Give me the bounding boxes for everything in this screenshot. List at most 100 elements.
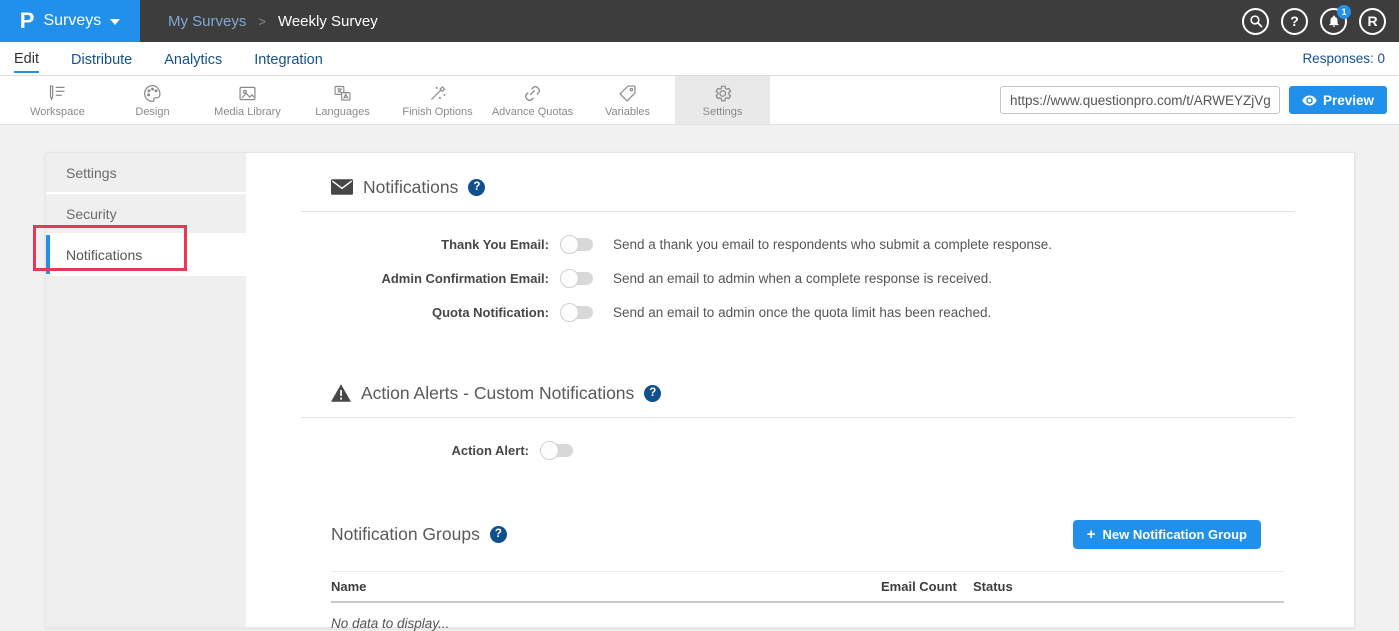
toolbar-variables-label: Variables [605, 106, 650, 118]
survey-url-input[interactable] [1000, 86, 1280, 114]
edit-toolbar: Workspace Design Media Library Languages… [0, 76, 1399, 125]
workspace-icon [47, 83, 68, 104]
action-alerts-section-title: Action Alerts - Custom Notifications [361, 383, 634, 404]
toolbar-design[interactable]: Design [105, 76, 200, 124]
toolbar-finish-options[interactable]: Finish Options [390, 76, 485, 124]
tab-analytics[interactable]: Analytics [164, 46, 222, 72]
toolbar-settings-label: Settings [703, 106, 743, 118]
admin-confirmation-email-row: Admin Confirmation Email: Send an email … [301, 261, 1354, 295]
sidebar-item-settings[interactable]: Settings [46, 153, 246, 192]
action-alert-row: Action Alert: [301, 433, 1354, 467]
preview-button[interactable]: Preview [1289, 86, 1387, 114]
search-icon [1249, 14, 1263, 28]
column-header-name: Name [331, 579, 881, 594]
user-avatar[interactable]: R [1359, 8, 1386, 35]
surveys-menu[interactable]: P Surveys [0, 0, 140, 42]
plus-icon: + [1087, 526, 1096, 543]
action-alert-label: Action Alert: [301, 443, 529, 458]
magic-wand-icon [427, 83, 448, 104]
breadcrumb-current-survey: Weekly Survey [278, 13, 378, 30]
toolbar-variables[interactable]: Variables [580, 76, 675, 124]
toolbar-media-library[interactable]: Media Library [200, 76, 295, 124]
sidebar-item-security-label: Security [66, 206, 117, 222]
breadcrumb-separator: > [258, 14, 266, 29]
toolbar-finish-options-label: Finish Options [402, 106, 472, 118]
avatar-initial: R [1367, 13, 1377, 29]
settings-card: Settings Security Notifications Notifica… [45, 152, 1355, 628]
tab-distribute[interactable]: Distribute [71, 46, 132, 72]
toggle-knob [540, 441, 559, 460]
search-button[interactable] [1242, 8, 1269, 35]
sidebar-item-security[interactable]: Security [46, 194, 246, 233]
admin-confirmation-email-toggle[interactable] [562, 272, 593, 285]
action-alerts-section-header: Action Alerts - Custom Notifications ? [331, 379, 1354, 407]
sidebar-item-settings-label: Settings [66, 165, 117, 181]
quota-notification-row: Quota Notification: Send an email to adm… [301, 295, 1354, 329]
notification-groups-help-icon[interactable]: ? [490, 526, 507, 543]
top-bar: P Surveys My Surveys > Weekly Survey ? 1… [0, 0, 1399, 42]
breadcrumb-my-surveys[interactable]: My Surveys [168, 13, 246, 30]
toggle-knob [560, 269, 579, 288]
toolbar-languages-label: Languages [315, 106, 369, 118]
notifications-help-icon[interactable]: ? [468, 179, 485, 196]
warning-triangle-icon [331, 384, 351, 402]
thank-you-email-row: Thank You Email: Send a thank you email … [301, 227, 1354, 261]
questionpro-logo-icon: P [20, 10, 35, 32]
eye-icon [1302, 95, 1317, 106]
tag-icon [617, 83, 638, 104]
breadcrumb: My Surveys > Weekly Survey [168, 13, 378, 30]
palette-icon [142, 83, 163, 104]
toolbar-workspace[interactable]: Workspace [10, 76, 105, 124]
action-alerts-help-icon[interactable]: ? [644, 385, 661, 402]
sidebar-item-notifications-label: Notifications [66, 247, 142, 263]
help-icon: ? [1290, 13, 1299, 29]
toolbar-media-library-label: Media Library [214, 106, 281, 118]
notifications-section-header: Notifications ? [331, 173, 1354, 201]
thank-you-email-label: Thank You Email: [301, 237, 549, 252]
sidebar-filler [46, 276, 246, 627]
preview-label: Preview [1323, 93, 1374, 108]
admin-confirmation-email-description: Send an email to admin when a complete r… [613, 271, 992, 286]
link-icon [522, 83, 543, 104]
quota-notification-toggle[interactable] [562, 306, 593, 319]
envelope-icon [331, 179, 353, 195]
notifications-panel: Notifications ? Thank You Email: Send a … [246, 153, 1354, 627]
notification-count-badge: 1 [1337, 5, 1351, 19]
divider [301, 417, 1294, 418]
settings-sidebar: Settings Security Notifications [46, 153, 246, 627]
quota-notification-label: Quota Notification: [301, 305, 549, 320]
empty-table-message: No data to display... [331, 616, 1284, 631]
divider [301, 211, 1294, 212]
survey-nav-bar: Edit Distribute Analytics Integration Re… [0, 42, 1399, 76]
toggle-knob [560, 303, 579, 322]
page-body: Settings Security Notifications Notifica… [0, 125, 1399, 626]
toolbar-advance-quotas[interactable]: Advance Quotas [485, 76, 580, 124]
new-notification-group-button[interactable]: + New Notification Group [1073, 520, 1261, 549]
notification-groups-title: Notification Groups [331, 524, 480, 545]
new-notification-group-label: New Notification Group [1103, 527, 1247, 542]
toggle-knob [560, 235, 579, 254]
column-header-email-count: Email Count [881, 579, 973, 594]
chevron-down-icon [110, 19, 120, 25]
responses-count: Responses: 0 [1302, 51, 1385, 66]
tab-edit[interactable]: Edit [14, 45, 39, 73]
toolbar-languages[interactable]: Languages [295, 76, 390, 124]
toolbar-settings[interactable]: Settings [675, 76, 770, 124]
toolbar-workspace-label: Workspace [30, 106, 85, 118]
notification-groups-header: Notification Groups ? + New Notification… [331, 519, 1261, 549]
gear-icon [712, 83, 733, 104]
admin-confirmation-email-label: Admin Confirmation Email: [301, 271, 549, 286]
action-alert-toggle[interactable] [542, 444, 573, 457]
tab-integration[interactable]: Integration [254, 46, 323, 72]
toolbar-design-label: Design [135, 106, 169, 118]
sidebar-item-notifications[interactable]: Notifications [46, 235, 246, 274]
help-button[interactable]: ? [1281, 8, 1308, 35]
thank-you-email-toggle[interactable] [562, 238, 593, 251]
product-label: Surveys [43, 12, 101, 30]
column-header-status: Status [973, 579, 1284, 594]
toolbar-advance-quotas-label: Advance Quotas [492, 106, 573, 118]
notifications-button[interactable]: 1 [1320, 8, 1347, 35]
thank-you-email-description: Send a thank you email to respondents wh… [613, 237, 1052, 252]
quota-notification-description: Send an email to admin once the quota li… [613, 305, 991, 320]
image-icon [237, 83, 258, 104]
